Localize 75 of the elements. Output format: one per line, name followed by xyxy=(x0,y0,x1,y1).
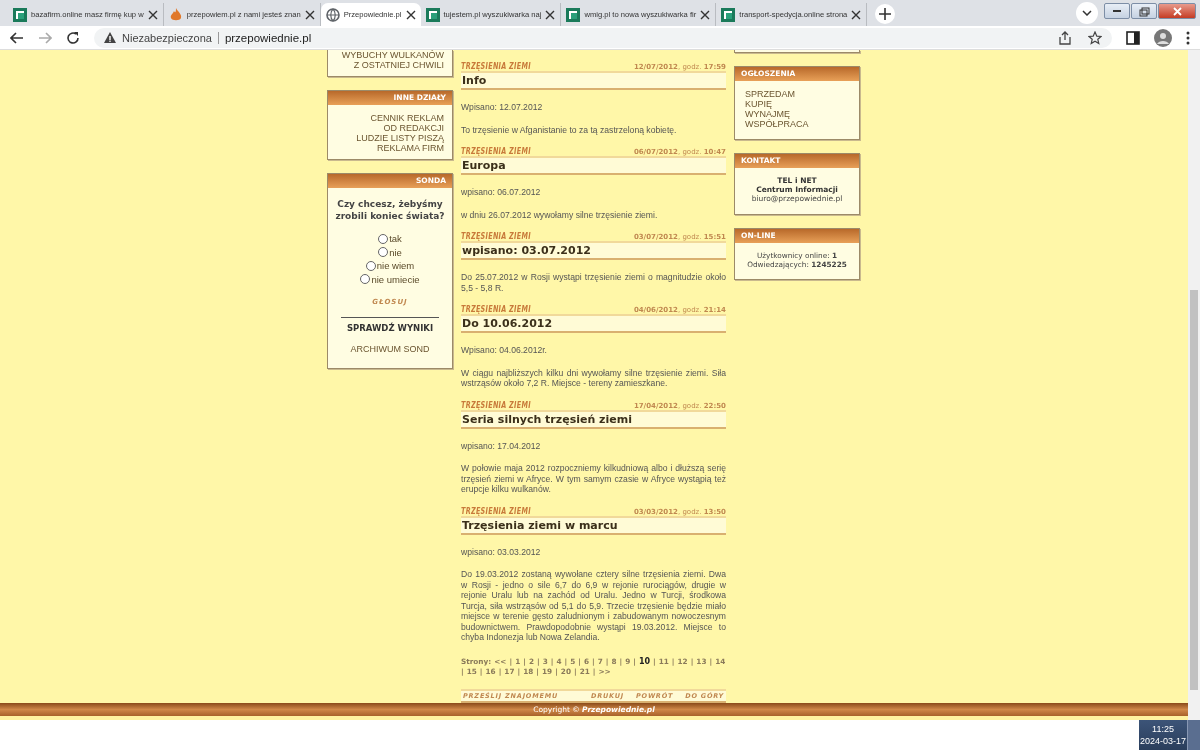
page-link[interactable]: 10 xyxy=(638,656,651,667)
minimize-icon xyxy=(1113,10,1121,12)
article-text: W ciągu najbliższych kilku dni wywołamy silne trzęsienie ziemi. Siła wstrząsów około 7,2 R. Miejsce - tereny zamieszkane. xyxy=(461,367,726,389)
close-icon[interactable] xyxy=(405,9,416,20)
article-text: Wpisano: 04.06.2012r. xyxy=(461,345,548,356)
menu-link[interactable]: REKLAMA FIRM xyxy=(377,143,444,153)
category-link[interactable]: TRZĘSIENIA ZIEMI xyxy=(461,305,531,314)
reload-icon[interactable] xyxy=(66,30,80,45)
category-link[interactable]: TRZĘSIENIA ZIEMI xyxy=(461,147,531,156)
scrollbar[interactable] xyxy=(1188,50,1200,720)
article-text: W połowie maja 2012 rozpoczniemy kilkudniową albo i dłuższą serię trzęsień ziemi w Afryce. W tym samym czasie w Afryce wystąpią też erupcje kilku wulkanów. xyxy=(461,463,726,495)
category-link[interactable]: TRZĘSIENIA ZIEMI xyxy=(461,400,531,410)
menu-link[interactable]: CENNIK REKLAM xyxy=(370,113,444,123)
scrollbar-thumb[interactable] xyxy=(1190,290,1198,690)
article-title: wpisano: 03.07.2012 xyxy=(461,241,726,260)
share-icon[interactable] xyxy=(1058,30,1072,45)
menu-icon[interactable] xyxy=(1186,30,1190,45)
close-icon[interactable] xyxy=(851,9,862,20)
restore-button[interactable] xyxy=(1131,3,1157,19)
close-button[interactable] xyxy=(1158,3,1196,19)
tab-search-button[interactable] xyxy=(1076,2,1098,24)
menu-link[interactable]: KUPIĘ xyxy=(745,99,849,109)
article-text: wpisano: 17.04.2012 xyxy=(461,440,542,451)
poll-question: Czy chcesz, żebyśmy zrobili koniec świata? xyxy=(335,198,445,222)
article-title: Europa xyxy=(461,156,726,175)
article-text: Wpisano: 12.07.2012 xyxy=(461,102,544,113)
square-icon xyxy=(721,7,736,22)
warning-icon xyxy=(104,32,116,43)
new-tab-button[interactable] xyxy=(875,4,896,24)
archive-link[interactable]: ARCHIWUM SOND xyxy=(350,344,430,354)
menu-link[interactable]: WYNAJMĘ xyxy=(745,109,849,119)
category-link[interactable]: TRZĘSIENIA ZIEMI xyxy=(461,232,531,241)
square-icon xyxy=(566,7,581,22)
flame-icon xyxy=(168,7,183,22)
star-icon[interactable] xyxy=(1088,30,1102,45)
back-icon[interactable] xyxy=(10,31,24,44)
article-text: wpisano: 06.07.2012 xyxy=(461,187,542,198)
radio-option[interactable]: tak xyxy=(378,232,402,246)
taskbar-clock[interactable]: 11:25 2024-03-17 xyxy=(1139,720,1187,750)
close-icon xyxy=(1170,5,1184,17)
category-link[interactable]: TRZĘSIENIA ZIEMI xyxy=(461,62,531,71)
minimize-button[interactable] xyxy=(1104,3,1130,19)
avatar-icon[interactable] xyxy=(1154,28,1172,47)
radio-option[interactable]: nie wiem xyxy=(365,259,415,273)
article-text: w dniu 26.07.2012 wywołamy silne trzęsienie ziemi. xyxy=(461,209,659,220)
address-field[interactable]: Niezabezpieczona przepowiednie.pl xyxy=(94,27,1112,48)
article-text: Do 25.07.2012 w Rosji wystąpi trzęsienie ziemi o magnitudzie około 5,5 - 5,8 R. xyxy=(461,272,726,293)
close-icon[interactable] xyxy=(700,9,711,20)
radio-option[interactable]: nie xyxy=(378,245,402,259)
article-title: Info xyxy=(461,71,726,90)
globe-icon xyxy=(325,7,340,22)
category-link[interactable]: TRZĘSIENIA ZIEMI xyxy=(461,506,531,516)
plus-icon xyxy=(879,8,892,20)
close-icon[interactable] xyxy=(545,9,556,20)
menu-link[interactable]: Z OSTATNIEJ CHWILI xyxy=(353,60,444,70)
radio-option[interactable]: nie umiecie xyxy=(360,272,420,286)
close-icon[interactable] xyxy=(304,9,315,20)
article-text: To trzęsienie w Afganistanie to za tą zastrzeloną kobietę. xyxy=(461,124,678,135)
results-link[interactable]: SPRAWDŹ WYNIKI xyxy=(346,323,434,333)
restore-icon xyxy=(1137,5,1151,17)
article-title: Seria silnych trzęsień ziemi xyxy=(461,409,726,429)
article-title: Trzęsienia ziemi w marcu xyxy=(461,515,726,535)
menu-link[interactable]: OD REDAKCJI xyxy=(383,123,444,133)
square-icon xyxy=(425,7,440,22)
article-title: Do 10.06.2012 xyxy=(461,314,726,333)
menu-link[interactable]: WYBUCHY WULKANÓW xyxy=(341,50,444,60)
menu-link[interactable]: LUDZIE LISTY PISZĄ xyxy=(356,133,444,143)
article-text: Do 19.03.2012 zostaną wywołane cztery silne trzęsienia ziemi. Dwa w Rosji - jedno o sile 6,7 do 6,9 w rejonie rurociągów, drugie w rejonie Uralu lub na zachód od Uralu. Jedno w Turcji, środkowa Turcja, siła wstrząsów od 5,1 do 5,9. Trzecie trzęsienie będzie miało miejsce w terenie gęsto zaludnionym i zabudowanym nowoczesnym budownictwem. Prawdopodobnie wystąpi 19.03.2012. Miejsce to chyba Indonezja lub Nowa Zelandia. xyxy=(461,569,726,643)
menu-link[interactable]: WSPÓŁPRACA xyxy=(745,119,849,129)
menu-link[interactable]: SPRZEDAM xyxy=(745,89,849,99)
close-icon[interactable] xyxy=(147,9,158,20)
side-panel-icon[interactable] xyxy=(1126,30,1140,45)
square-icon xyxy=(13,7,27,22)
chevron-down-icon xyxy=(1082,10,1092,16)
article-text: wpisano: 03.03.2012 xyxy=(461,546,542,557)
